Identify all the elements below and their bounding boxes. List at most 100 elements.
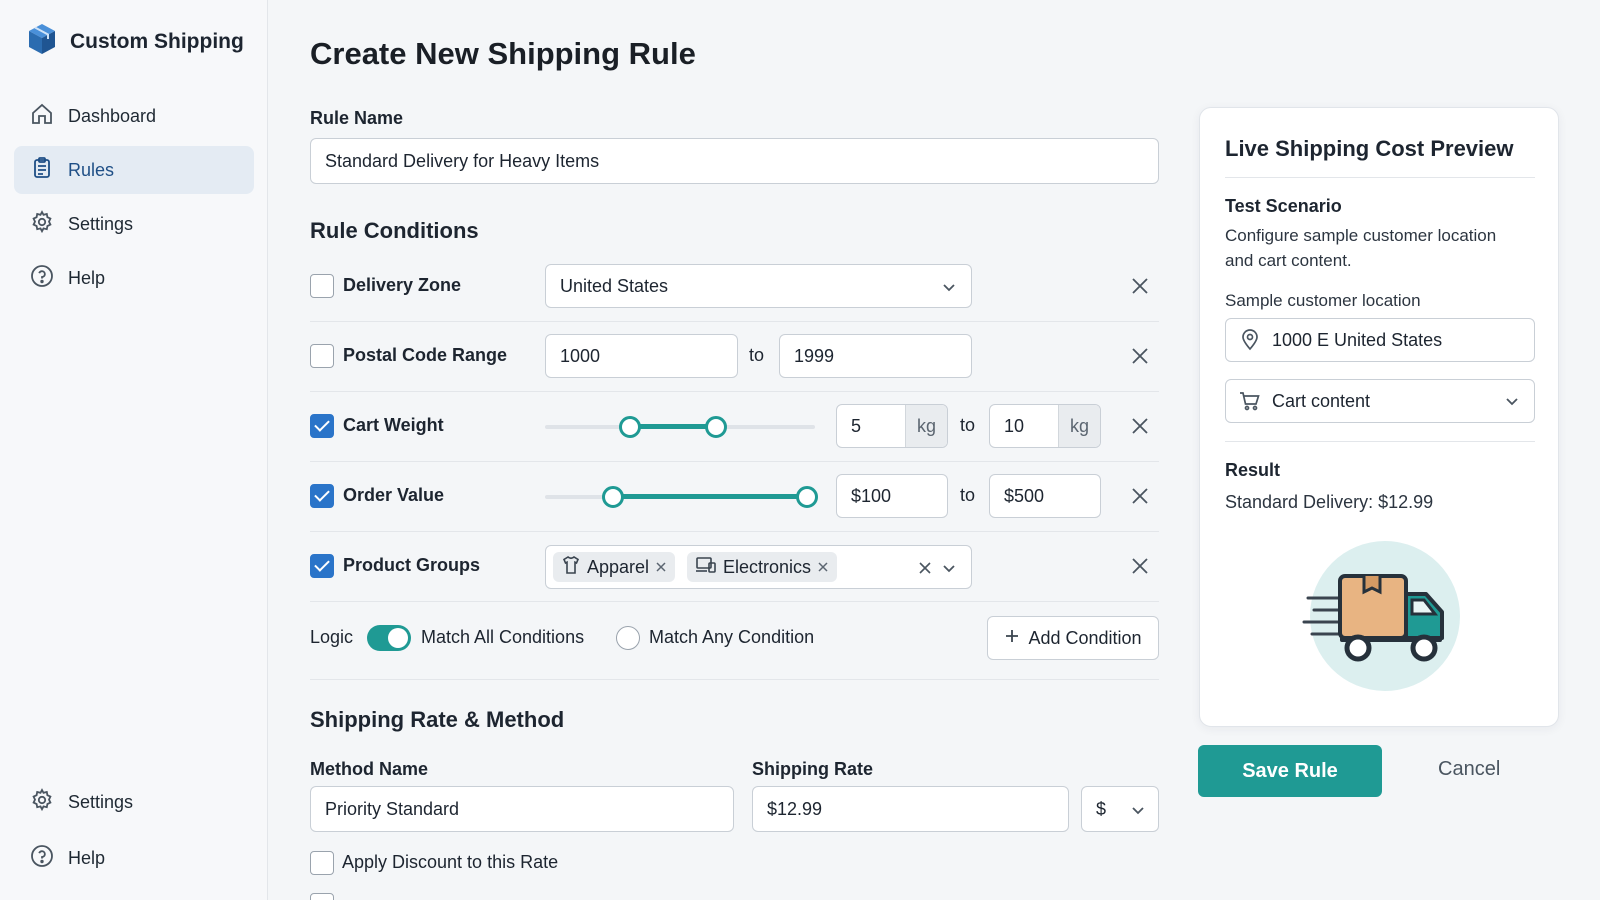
gear-icon <box>30 787 54 817</box>
sidebar-item-rules[interactable]: Rules <box>14 146 254 194</box>
cart-weight-slider-range <box>630 424 716 429</box>
cart-weight-from-input[interactable]: 5 kg <box>836 404 948 448</box>
apply-discount-label: Apply Discount to this Rate <box>342 852 559 872</box>
to-label: to <box>749 345 765 365</box>
gear-icon <box>30 209 54 239</box>
clipboard-icon <box>30 156 54 185</box>
home-icon <box>30 102 54 131</box>
remove-postal-code-close-icon[interactable] <box>1128 344 1152 368</box>
postal-code-from-input[interactable]: 1000 <box>545 334 738 378</box>
apply-discount-checkbox[interactable] <box>310 851 334 875</box>
shipping-rate-input[interactable]: $12.99 <box>752 786 1069 832</box>
shipping-rate-label: Shipping Rate <box>752 759 873 779</box>
cart-weight-from-value: 5 <box>851 415 862 436</box>
divider <box>310 531 1159 532</box>
sidebar-item-help[interactable]: Help <box>14 254 254 302</box>
sidebar-item-settings[interactable]: Settings <box>14 200 254 248</box>
sidebar-item-label: Help <box>68 847 106 868</box>
preview-title: Live Shipping Cost Preview <box>1225 136 1514 161</box>
save-rule-button[interactable]: Save Rule <box>1198 745 1382 797</box>
clear-all-close-icon[interactable] <box>917 560 933 581</box>
logic-label: Logic <box>310 627 354 647</box>
rule-name-value: Standard Delivery for Heavy Items <box>325 150 600 171</box>
order-value-from-value: $100 <box>851 485 892 506</box>
product-groups-checkbox[interactable] <box>310 554 334 578</box>
customer-location-value: 1000 E United States <box>1272 329 1443 350</box>
cart-icon <box>1239 391 1261 416</box>
remove-delivery-zone-close-icon[interactable] <box>1128 274 1152 298</box>
sidebar-item-dashboard[interactable]: Dashboard <box>14 92 254 140</box>
order-value-min-handle[interactable] <box>602 486 624 508</box>
location-label: Sample customer location <box>1225 291 1421 310</box>
method-name-input[interactable]: Priority Standard <box>310 786 734 832</box>
currency-value: $ <box>1096 798 1107 819</box>
customer-location-input[interactable]: 1000 E United States <box>1225 318 1535 362</box>
sidebar: Custom Shipping Dashboard Rules Settings… <box>0 0 268 900</box>
cart-weight-checkbox[interactable] <box>310 414 334 438</box>
partial-checkbox[interactable] <box>310 893 334 900</box>
rule-name-input[interactable]: Standard Delivery for Heavy Items <box>310 138 1159 184</box>
help-icon <box>30 844 54 873</box>
cart-content-select[interactable]: Cart content <box>1225 379 1535 423</box>
delivery-zone-checkbox[interactable] <box>310 274 334 298</box>
chip-remove-close-icon[interactable] <box>817 557 829 578</box>
postal-code-label: Postal Code Range <box>343 345 508 365</box>
match-all-toggle[interactable] <box>367 625 411 651</box>
order-value-label: Order Value <box>343 485 445 505</box>
cancel-button[interactable]: Cancel <box>1438 758 1500 781</box>
sidebar-item-label: Rules <box>68 159 115 180</box>
cart-content-value: Cart content <box>1272 390 1371 411</box>
delivery-zone-value: United States <box>560 275 669 296</box>
product-groups-multiselect[interactable]: Apparel Electronics <box>545 545 972 589</box>
cart-weight-max-handle[interactable] <box>705 416 727 438</box>
divider <box>310 601 1159 602</box>
sidebar-item-label: Settings <box>68 791 134 812</box>
box-logo-icon <box>26 22 58 61</box>
order-value-checkbox[interactable] <box>310 484 334 508</box>
to-label: to <box>960 415 976 435</box>
scenario-description-line-1: Configure sample customer location <box>1225 226 1497 245</box>
delivery-zone-label: Delivery Zone <box>343 275 462 295</box>
order-value-from-input[interactable]: $100 <box>836 474 948 518</box>
page-title: Create New Shipping Rule <box>310 36 696 71</box>
divider <box>1225 177 1535 178</box>
remove-product-groups-close-icon[interactable] <box>1128 554 1152 578</box>
chip-remove-close-icon[interactable] <box>655 557 667 578</box>
remove-order-value-close-icon[interactable] <box>1128 484 1152 508</box>
product-groups-label: Product Groups <box>343 555 481 575</box>
add-condition-button[interactable]: Add Condition <box>987 616 1159 660</box>
devices-icon <box>695 555 717 580</box>
shirt-icon <box>561 555 581 580</box>
shipping-rate-value: $12.99 <box>767 798 823 819</box>
cart-weight-min-handle[interactable] <box>619 416 641 438</box>
method-name-value: Priority Standard <box>325 798 460 819</box>
sidebar-item-label: Help <box>68 267 106 288</box>
order-value-to-input[interactable]: $500 <box>989 474 1101 518</box>
scenario-description-line-2: and cart content. <box>1225 251 1352 270</box>
shipping-rate-title: Shipping Rate & Method <box>310 707 565 732</box>
add-condition-label: Add Condition <box>1028 627 1142 648</box>
postal-code-checkbox[interactable] <box>310 344 334 368</box>
map-pin-icon <box>1240 329 1260 356</box>
postal-code-to-input[interactable]: 1999 <box>779 334 972 378</box>
chevron-down-icon <box>941 279 957 300</box>
divider <box>310 391 1159 392</box>
cart-weight-label: Cart Weight <box>343 415 444 435</box>
kg-unit: kg <box>1058 405 1100 447</box>
sidebar-item-settings-bottom[interactable]: Settings <box>14 778 254 826</box>
help-icon <box>30 264 54 293</box>
brand: Custom Shipping <box>26 22 244 61</box>
sidebar-item-help-bottom[interactable]: Help <box>14 834 254 882</box>
remove-cart-weight-close-icon[interactable] <box>1128 414 1152 438</box>
chevron-down-icon[interactable] <box>941 560 957 581</box>
chevron-down-icon <box>1504 393 1520 414</box>
divider <box>310 321 1159 322</box>
cart-weight-to-input[interactable]: 10 kg <box>989 404 1101 448</box>
match-all-label: Match All Conditions <box>421 627 585 647</box>
order-value-slider-range <box>613 494 807 499</box>
currency-select[interactable]: $ <box>1081 786 1159 832</box>
sidebar-item-label: Dashboard <box>68 105 157 126</box>
match-any-radio[interactable] <box>616 626 640 650</box>
order-value-max-handle[interactable] <box>796 486 818 508</box>
delivery-zone-select[interactable]: United States <box>545 264 972 308</box>
